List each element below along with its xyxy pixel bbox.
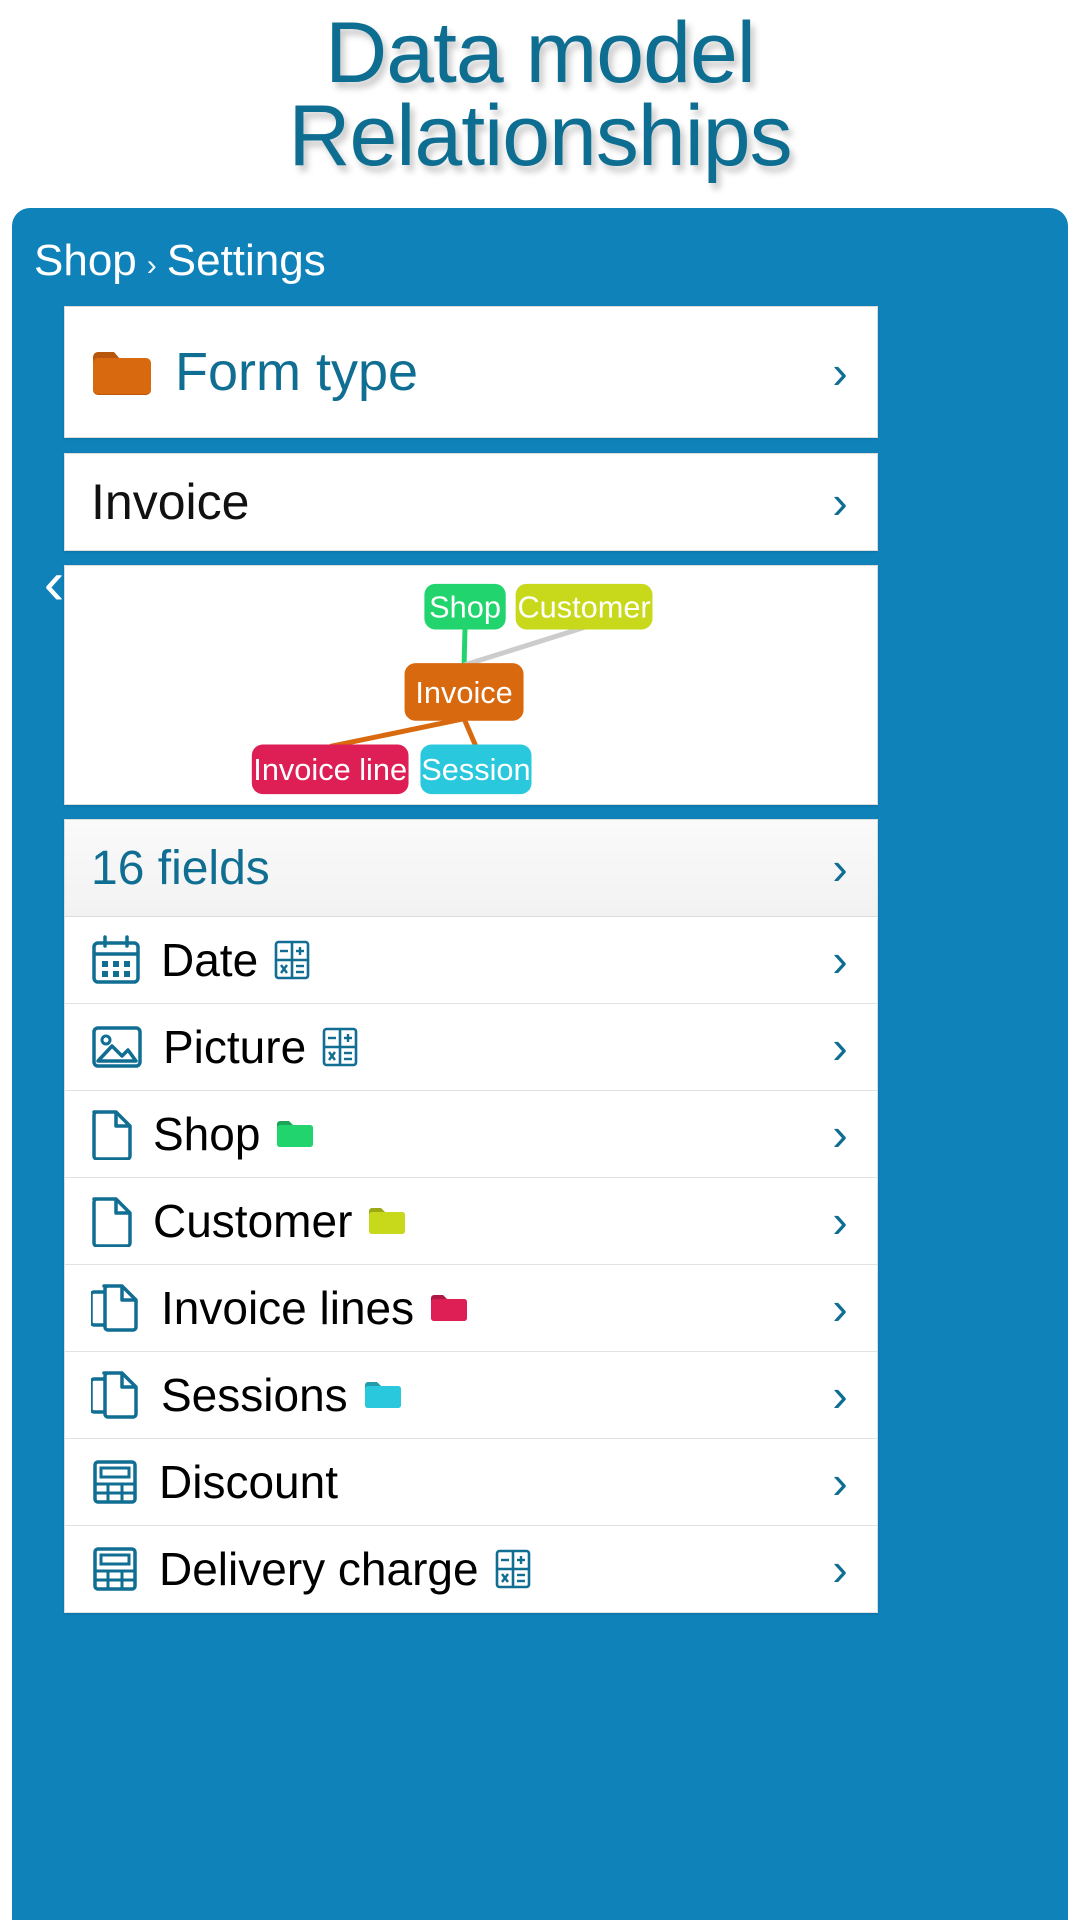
field-row[interactable]: Date ›	[65, 917, 877, 1004]
diagram-node-invoice_line[interactable]: Invoice line	[251, 744, 409, 795]
document-icon	[91, 1108, 133, 1160]
calendar-icon	[91, 935, 141, 985]
chevron-right-icon[interactable]: ›	[825, 845, 855, 891]
formula-icon	[322, 1027, 358, 1067]
breadcrumb-item-shop[interactable]: Shop	[34, 236, 137, 286]
diagram-edge-customer-invoice	[463, 625, 585, 668]
image-icon	[91, 1024, 143, 1070]
diagram-node-session[interactable]: Session	[420, 744, 532, 795]
chevron-right-icon[interactable]: ›	[825, 349, 855, 395]
folder-icon	[91, 347, 153, 397]
copy-icon	[91, 1369, 141, 1421]
fields-section: 16 fields › Date › Picture › Shop › Customer › I…	[64, 819, 878, 1613]
chevron-right-icon[interactable]: ›	[825, 1024, 855, 1070]
formula-icon	[495, 1549, 531, 1589]
calc-icon	[91, 1458, 139, 1506]
diagram-edge-invoice-session	[461, 717, 479, 748]
chevron-right-icon[interactable]: ›	[825, 479, 855, 525]
field-name: Sessions	[161, 1369, 348, 1421]
fields-count-label: 16 fields	[91, 841, 270, 895]
field-name: Date	[161, 934, 259, 986]
document-icon	[91, 1195, 133, 1247]
field-row[interactable]: Shop ›	[65, 1091, 877, 1178]
diagram-node-label: Customer	[517, 590, 650, 625]
chevron-right-icon[interactable]: ›	[825, 1111, 855, 1157]
folder-icon	[276, 1118, 314, 1150]
diagram-edge-shop-invoice	[461, 627, 468, 666]
breadcrumb: Shop › Settings	[12, 208, 1068, 286]
field-name: Picture	[163, 1021, 307, 1073]
diagram-edge-invoice-invoice_line	[329, 716, 465, 749]
diagram-node-label: Session	[421, 752, 530, 787]
record-row-invoice[interactable]: Invoice ›	[64, 453, 878, 551]
page-title-line-2: Relationships	[288, 88, 792, 185]
diagram-node-label: Invoice line	[253, 752, 407, 787]
form-type-row[interactable]: Form type ›	[64, 306, 878, 438]
field-row[interactable]: Sessions ›	[65, 1352, 877, 1439]
copy-icon	[91, 1282, 141, 1334]
field-name: Invoice lines	[161, 1282, 415, 1334]
chevron-right-icon[interactable]: ›	[825, 1459, 855, 1505]
formula-icon	[274, 940, 310, 980]
diagram-node-customer[interactable]: Customer	[515, 583, 653, 630]
field-row[interactable]: Invoice lines ›	[65, 1265, 877, 1352]
field-row[interactable]: Picture ›	[65, 1004, 877, 1091]
field-name: Customer	[153, 1195, 353, 1247]
chevron-right-icon[interactable]: ›	[825, 937, 855, 983]
field-name: Delivery charge	[159, 1543, 479, 1595]
content-stack: Form type › Invoice › Shop Customer Invoic…	[64, 306, 878, 1613]
field-name: Shop	[153, 1108, 261, 1160]
diagram-node-shop[interactable]: Shop	[424, 583, 506, 630]
fields-header-row[interactable]: 16 fields ›	[65, 820, 877, 917]
folder-icon	[368, 1205, 406, 1237]
diagram-node-invoice[interactable]: Invoice	[404, 663, 524, 721]
chevron-right-icon[interactable]: ›	[825, 1198, 855, 1244]
form-type-label: Form type	[175, 342, 419, 402]
page-title: Data model Relationships	[0, 0, 1080, 185]
page-title-line-1: Data model	[325, 5, 756, 101]
calc-icon	[91, 1545, 139, 1593]
chevron-right-icon[interactable]: ›	[825, 1372, 855, 1418]
chevron-right-icon[interactable]: ›	[825, 1546, 855, 1592]
relationship-diagram[interactable]: Shop Customer Invoice Invoice line Session	[64, 565, 878, 805]
field-row[interactable]: Discount ›	[65, 1439, 877, 1526]
fields-list: Date › Picture › Shop › Customer › Invoice lines…	[65, 917, 877, 1613]
field-row[interactable]: Customer ›	[65, 1178, 877, 1265]
folder-icon	[364, 1379, 402, 1411]
diagram-node-label: Shop	[429, 590, 501, 625]
breadcrumb-item-settings[interactable]: Settings	[167, 236, 326, 286]
record-label: Invoice	[91, 474, 250, 530]
chevron-right-icon[interactable]: ›	[825, 1285, 855, 1331]
field-row[interactable]: Delivery charge ›	[65, 1526, 877, 1613]
breadcrumb-separator-icon: ›	[146, 249, 157, 282]
diagram-node-label: Invoice	[415, 675, 512, 710]
folder-icon	[430, 1292, 468, 1324]
field-name: Discount	[159, 1456, 338, 1508]
